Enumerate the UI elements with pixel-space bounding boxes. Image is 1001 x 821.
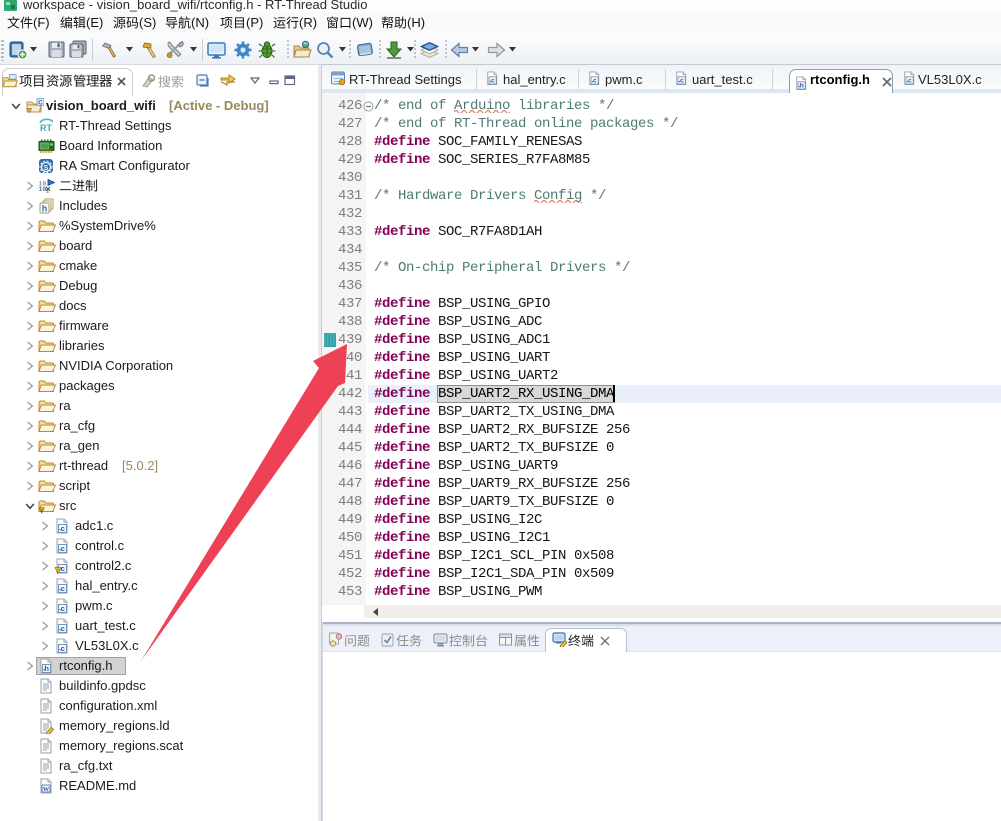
svg-text:RT: RT (40, 123, 52, 133)
svg-text:c: c (680, 78, 684, 85)
svg-text:c: c (61, 624, 65, 633)
svg-text:c: c (908, 78, 912, 85)
svg-text:c: c (491, 78, 495, 85)
svg-text:h: h (800, 83, 804, 90)
svg-text:c: c (61, 564, 65, 573)
svg-text:c: c (593, 78, 597, 85)
svg-text:c: c (61, 644, 65, 653)
svg-text:!: ! (57, 569, 58, 574)
svg-text:h: h (44, 664, 49, 673)
svg-text:S: S (44, 165, 49, 172)
svg-text:h: h (42, 204, 48, 214)
svg-text:c: c (61, 524, 65, 533)
svg-text:C: C (38, 100, 43, 107)
svg-text:c: c (61, 544, 65, 553)
svg-text:c: c (61, 604, 65, 613)
svg-text:c: c (61, 584, 65, 593)
svg-text:W: W (43, 786, 50, 793)
